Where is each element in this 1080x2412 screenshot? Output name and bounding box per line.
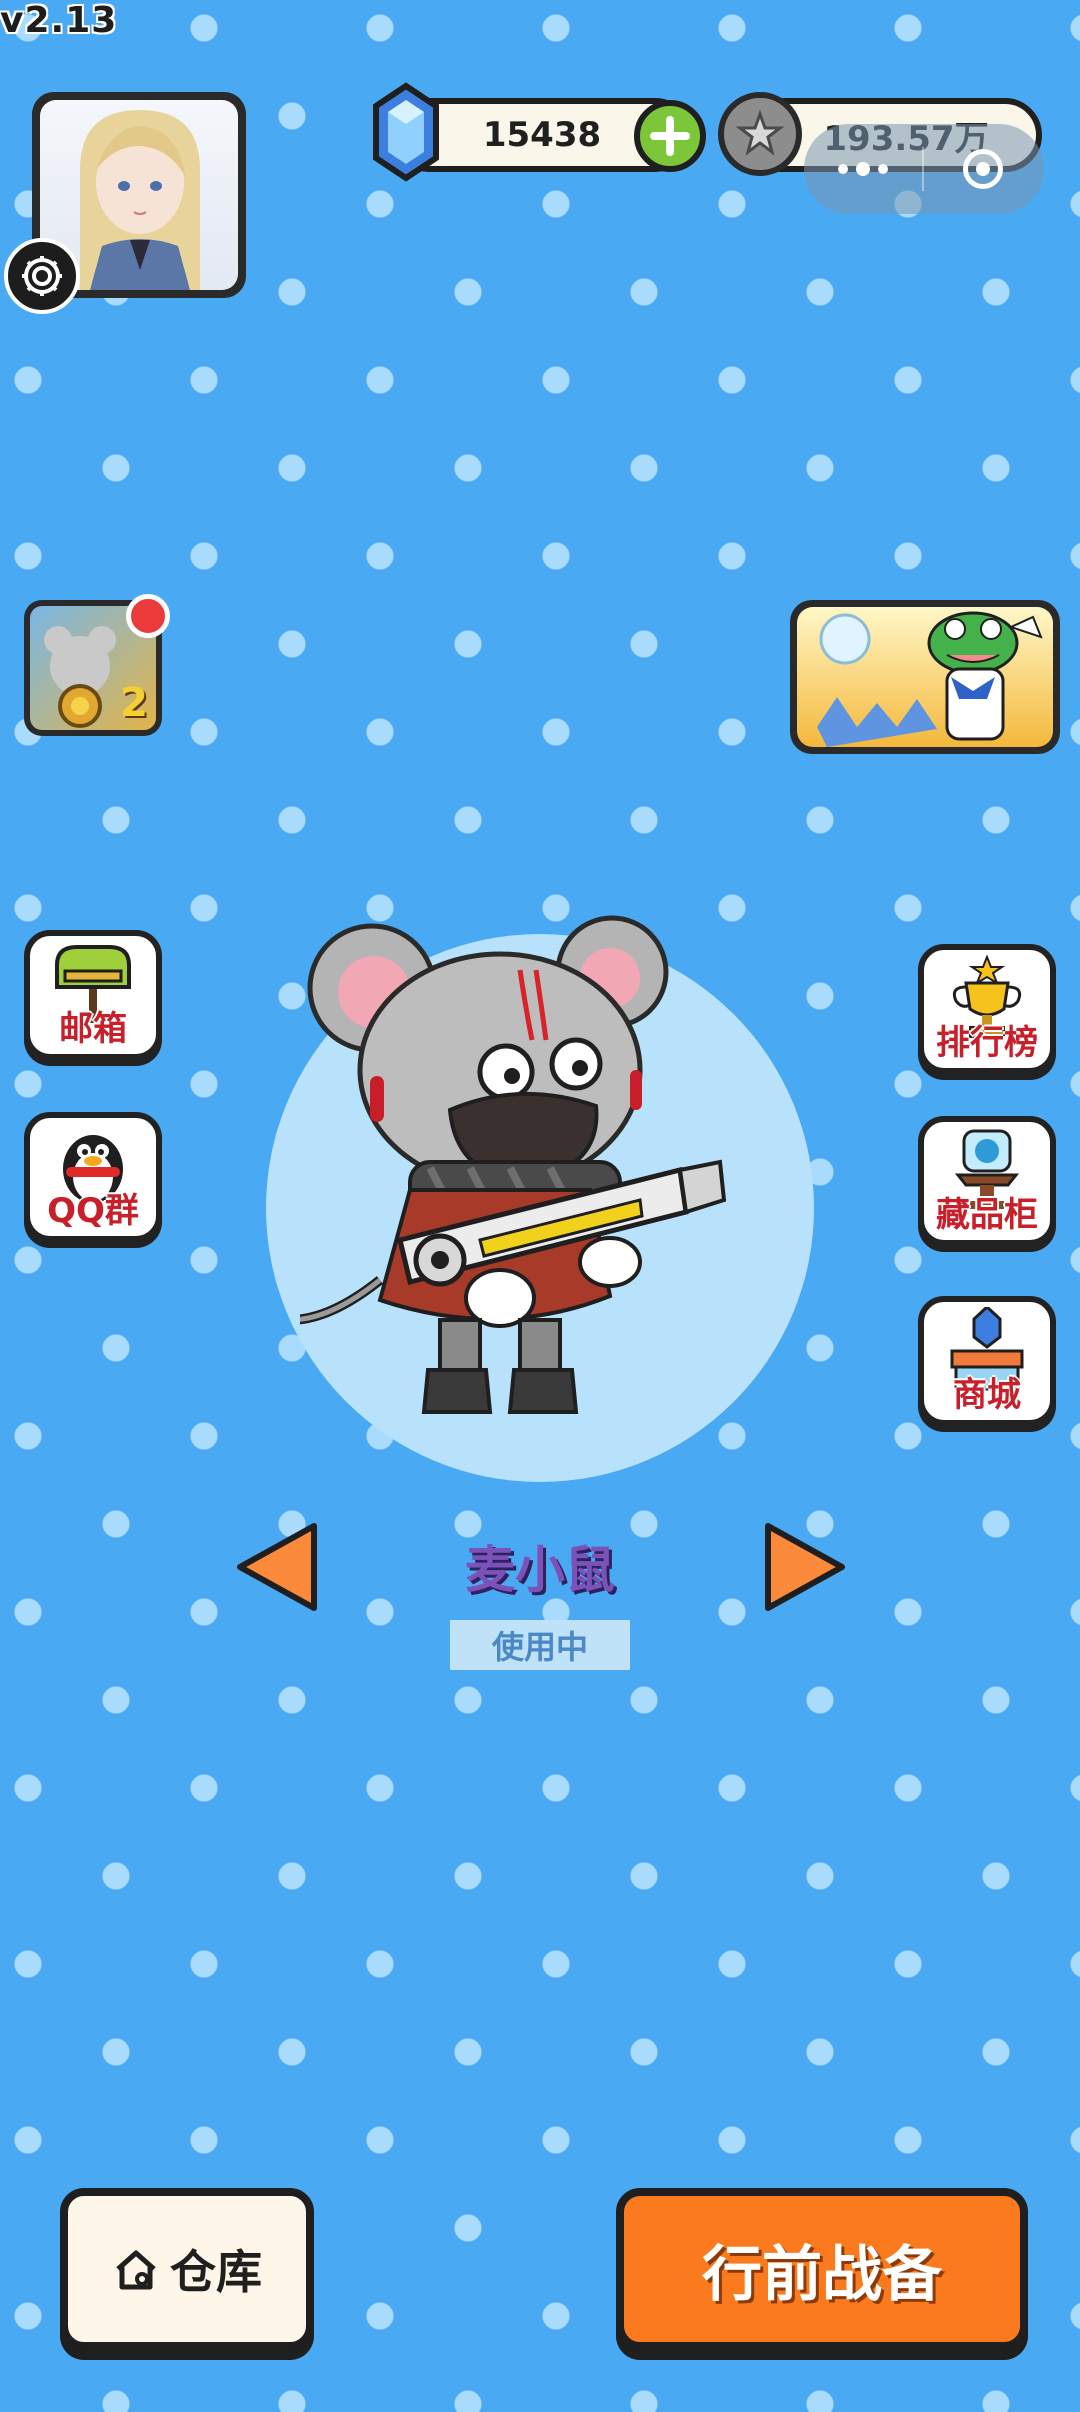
settings-gear-icon[interactable]: [4, 238, 80, 314]
notification-dot: [126, 594, 170, 638]
gem-icon: [370, 82, 442, 182]
version-label: v2.13: [0, 0, 118, 41]
qq-group-label: QQ群: [47, 1191, 139, 1231]
warehouse-label: 仓库: [170, 2245, 262, 2299]
character-mouse-icon[interactable]: [289, 900, 780, 1440]
miniprogram-capsule: [804, 124, 1044, 214]
pre-battle-prep-label: 行前战备: [702, 2239, 942, 2310]
character-name: 麦小鼠: [465, 1541, 615, 1599]
plus-icon: [650, 116, 690, 156]
coin-icon: [718, 92, 802, 176]
event-left-number: 2: [120, 680, 148, 726]
add-gems-button[interactable]: [634, 100, 706, 172]
home-icon: [116, 2250, 156, 2290]
close-miniprogram-icon[interactable]: [924, 124, 1042, 214]
previous-character-arrow-icon[interactable]: [232, 1520, 322, 1614]
leaderboard-label: 排行榜: [936, 1023, 1038, 1063]
event-banner-right[interactable]: [790, 600, 1060, 754]
more-menu-icon[interactable]: [804, 124, 922, 214]
in-use-status-badge: 使用中: [450, 1620, 630, 1670]
shop-button[interactable]: 商城: [918, 1296, 1056, 1426]
qq-group-button[interactable]: QQ群: [24, 1112, 162, 1242]
mailbox-button[interactable]: 邮箱: [24, 930, 162, 1060]
collection-cabinet-label: 藏品柜: [936, 1195, 1038, 1235]
next-character-arrow-icon[interactable]: [760, 1520, 850, 1614]
mailbox-label: 邮箱: [59, 1009, 127, 1049]
leaderboard-button[interactable]: 排行榜: [918, 944, 1056, 1074]
pre-battle-prep-button[interactable]: 行前战备: [616, 2188, 1028, 2350]
warehouse-button[interactable]: 仓库: [60, 2188, 314, 2350]
shop-label: 商城: [953, 1375, 1021, 1415]
collection-cabinet-button[interactable]: 藏品柜: [918, 1116, 1056, 1246]
